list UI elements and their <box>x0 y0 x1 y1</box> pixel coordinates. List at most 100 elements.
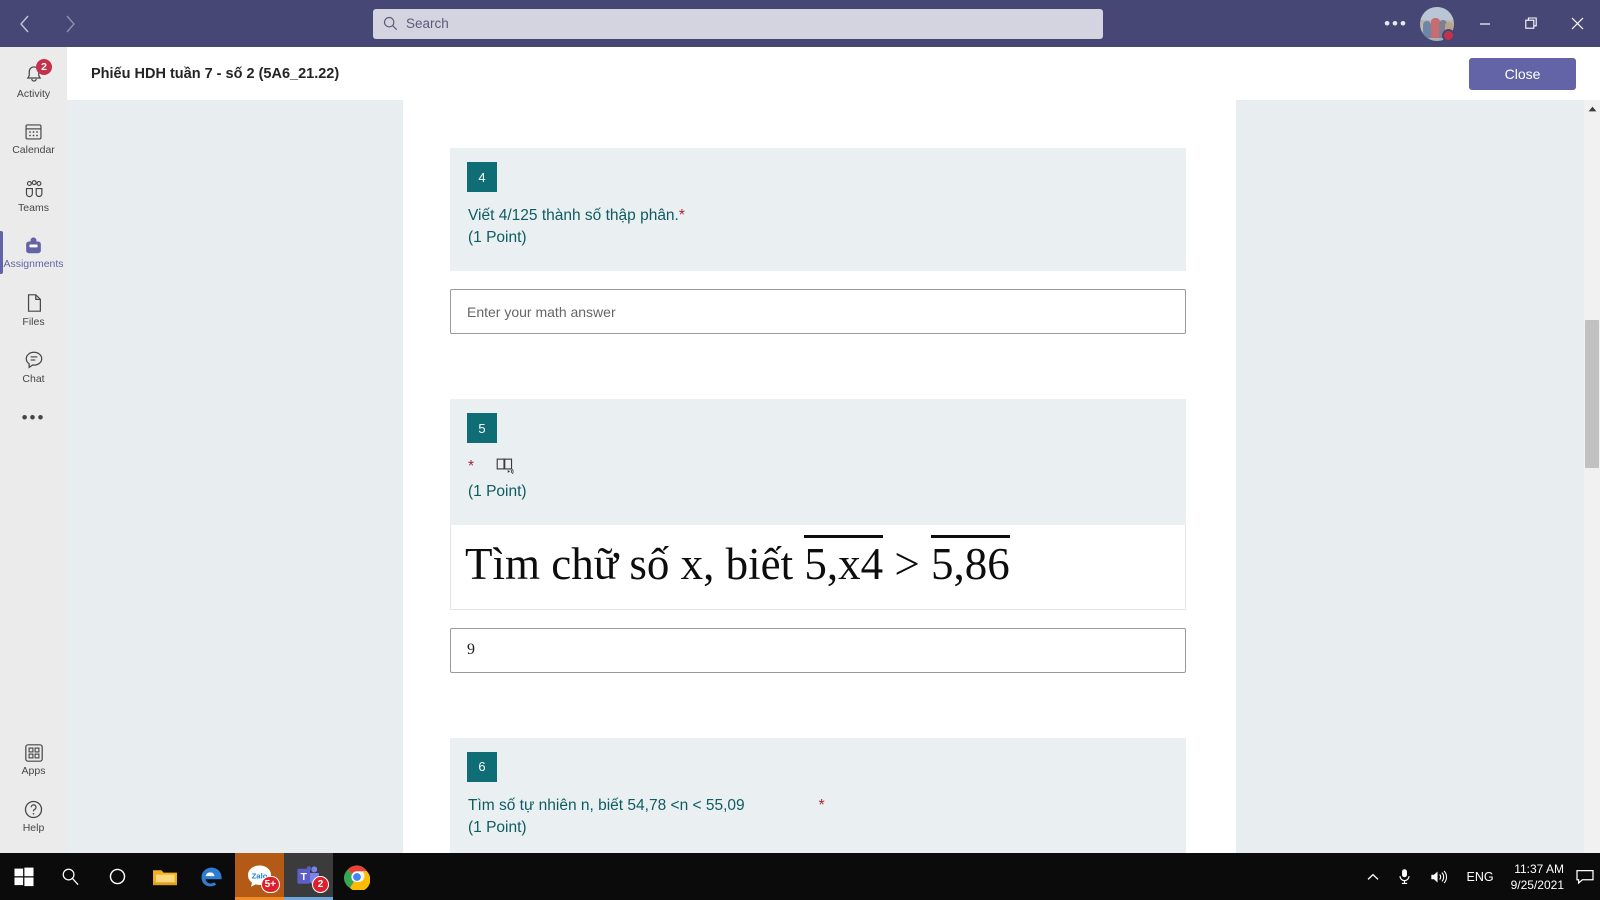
chrome-button[interactable] <box>333 853 380 900</box>
sidebar-item-calendar[interactable]: Calendar <box>0 110 67 167</box>
sidebar-item-help[interactable]: Help <box>0 788 67 845</box>
question-points: (1 Point) <box>468 229 527 246</box>
search-input[interactable]: Search <box>373 8 1103 39</box>
scrollbar-thumb[interactable] <box>1585 320 1599 468</box>
question-card-4: 4 Viết 4/125 thành số thập phân.* (1 Poi… <box>450 148 1186 271</box>
windows-taskbar: Zalo 5+ T 2 ENG 11:37 AM 9/25/2021 <box>0 853 1600 900</box>
maximize-button[interactable] <box>1508 0 1554 47</box>
svg-text:T: T <box>300 871 307 883</box>
input-placeholder: Enter your math answer <box>467 303 616 320</box>
required-asterisk: * <box>818 796 825 814</box>
sidebar-more-apps-button[interactable]: ••• <box>0 395 67 441</box>
teams-icon <box>25 179 42 197</box>
vertical-scrollbar[interactable] <box>1584 100 1600 853</box>
scroll-up-button[interactable] <box>1584 100 1600 117</box>
search-icon <box>383 16 398 31</box>
sidebar-item-label: Activity <box>16 87 51 100</box>
status-badge-dnd <box>1442 28 1455 42</box>
file-icon <box>27 293 41 312</box>
sidebar-item-files[interactable]: Files <box>0 281 67 338</box>
cortana-button[interactable] <box>94 853 141 900</box>
chat-icon <box>25 351 42 369</box>
folder-icon <box>152 869 177 885</box>
question-number: 6 <box>467 751 497 782</box>
math-answer-input-5[interactable]: 9 <box>450 627 1186 673</box>
question-card-5: 5 * (1 Point) <box>450 399 1186 525</box>
apps-grid-icon <box>24 743 43 762</box>
left-navigation-rail: Activity 2 Calendar Teams Assignments Fi… <box>0 47 67 853</box>
window-close-button[interactable] <box>1554 0 1600 47</box>
system-tray: ENG 11:37 AM 9/25/2021 <box>1358 853 1600 900</box>
chevron-right-icon <box>65 15 75 32</box>
language-indicator[interactable]: ENG <box>1456 853 1505 900</box>
close-assignment-button[interactable]: Close <box>1469 57 1576 90</box>
immersive-reader-icon[interactable] <box>496 458 515 481</box>
page-title: Phiếu HDH tuần 7 - số 2 (5A6_21.22) <box>91 65 340 82</box>
minimize-icon <box>1480 22 1490 25</box>
volume-button[interactable] <box>1421 853 1456 900</box>
action-center-button[interactable] <box>1576 853 1600 900</box>
questions-list: 4 Viết 4/125 thành số thập phân.* (1 Poi… <box>403 100 1236 853</box>
math-term-right: 5,86 <box>931 535 1010 589</box>
titlebar-right-controls: ••• <box>1376 0 1600 47</box>
scroll-up-arrow-icon <box>1588 106 1596 111</box>
navigation-arrows <box>0 10 100 38</box>
question-text-body: Tìm số tự nhiên n, biết 54,78 <n < 55,09 <box>468 796 745 814</box>
start-button[interactable] <box>0 853 47 900</box>
sidebar-item-label: Files <box>22 315 45 328</box>
edge-button[interactable] <box>188 853 235 900</box>
avatar[interactable] <box>1420 6 1455 42</box>
form-sheet: 4 Viết 4/125 thành số thập phân.* (1 Poi… <box>403 100 1236 853</box>
question-image-panel-5: Tìm chữ số x, biết 5,x4 > 5,86 <box>450 525 1186 610</box>
sidebar-item-apps[interactable]: Apps <box>0 731 67 788</box>
question-number: 4 <box>467 162 497 192</box>
sidebar-item-teams[interactable]: Teams <box>0 167 67 224</box>
chevron-up-icon <box>1367 873 1378 880</box>
clock[interactable]: 11:37 AM 9/25/2021 <box>1505 853 1576 900</box>
question-text: Viết 4/125 thành số thập phân.* <box>450 192 1186 227</box>
math-expression-image: Tìm chữ số x, biết 5,x4 > 5,86 <box>465 535 1185 591</box>
required-asterisk: * <box>468 458 475 475</box>
zalo-button[interactable]: Zalo 5+ <box>235 853 284 900</box>
sidebar-item-chat[interactable]: Chat <box>0 338 67 395</box>
search-icon <box>62 868 79 886</box>
minimize-button[interactable] <box>1462 0 1508 47</box>
sidebar-item-assignments[interactable]: Assignments <box>0 224 67 281</box>
sidebar-item-label: Calendar <box>12 144 55 156</box>
restore-icon <box>1524 17 1537 29</box>
sidebar-item-activity[interactable]: Activity 2 <box>0 53 67 110</box>
question-points: (1 Point) <box>468 818 527 836</box>
show-hidden-icons-button[interactable] <box>1358 853 1388 900</box>
forward-button[interactable] <box>56 10 84 38</box>
sidebar-item-label: Apps <box>21 764 46 777</box>
math-operator: > <box>883 539 931 589</box>
question-number: 5 <box>467 413 497 443</box>
taskbar-search-button[interactable] <box>47 853 94 900</box>
back-button[interactable] <box>10 10 38 38</box>
action-center-icon <box>1576 869 1594 884</box>
clock-date: 9/25/2021 <box>1510 877 1564 892</box>
zalo-badge: 5+ <box>260 876 280 893</box>
input-value: 9 <box>467 641 475 659</box>
help-circle-icon <box>24 800 43 819</box>
required-asterisk: * <box>678 207 685 224</box>
math-term-left: 5,x4 <box>804 535 884 589</box>
math-answer-input-4[interactable]: Enter your math answer <box>450 289 1186 334</box>
question-points: (1 Point) <box>468 483 527 500</box>
chevron-left-icon <box>19 15 29 32</box>
edge-icon <box>201 867 222 887</box>
activity-badge: 2 <box>36 59 52 75</box>
settings-more-button[interactable]: ••• <box>1376 4 1416 44</box>
file-explorer-button[interactable] <box>141 853 188 900</box>
microphone-icon <box>1398 869 1410 885</box>
teams-taskbar-button[interactable]: T 2 <box>284 853 333 900</box>
question-text: * <box>450 443 1186 481</box>
microphone-button[interactable] <box>1388 853 1421 900</box>
sidebar-item-label: Chat <box>22 372 45 385</box>
calendar-icon <box>25 124 42 140</box>
sidebar-item-label: Help <box>22 822 45 834</box>
speaker-icon <box>1430 870 1447 883</box>
math-term-right-text: 5,86 <box>931 539 1010 589</box>
assignments-icon <box>26 237 41 254</box>
math-prefix: Tìm chữ số x, biết <box>465 539 805 589</box>
